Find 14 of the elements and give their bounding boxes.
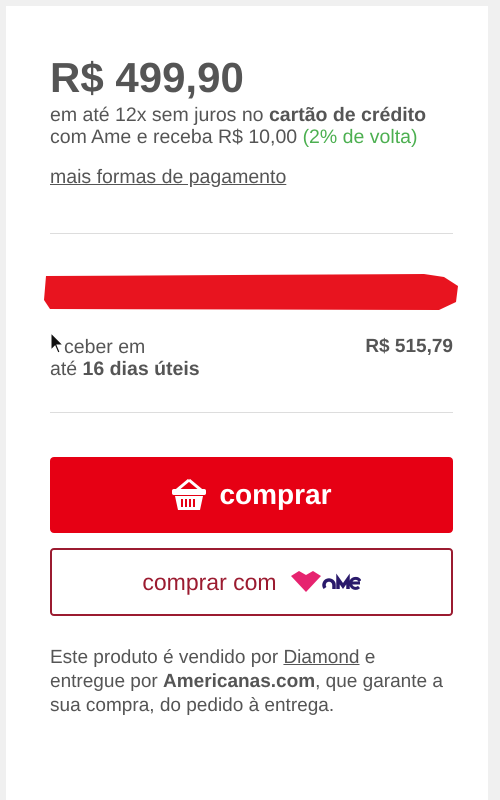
installment-text: em até 12x sem juros no cartão de crédito <box>50 104 428 126</box>
ame-pay-button[interactable]: comprar com <box>50 548 453 616</box>
delivery-label: ceber em <box>64 336 146 358</box>
basket-icon <box>171 478 208 512</box>
seller-link[interactable]: Diamond <box>283 647 360 668</box>
mouse-cursor-icon <box>50 332 64 354</box>
payment-options-link[interactable]: mais formas de pagamento <box>50 166 286 188</box>
seller-note: Este produto é vendido por Diamond e entregue por Americanas.com, que garante a sua compra, do pedido à entrega. <box>50 646 444 718</box>
price: R$ 499,90 <box>50 56 245 100</box>
shipping-price: R$ 515,79 <box>365 336 453 358</box>
cashback-text: com Ame e receba R$ 10,00 (2% de volta) <box>50 126 418 148</box>
buy-button[interactable]: comprar <box>50 457 453 533</box>
delivery-time: até 16 dias úteis <box>50 358 200 380</box>
ame-logo-icon <box>288 570 361 594</box>
